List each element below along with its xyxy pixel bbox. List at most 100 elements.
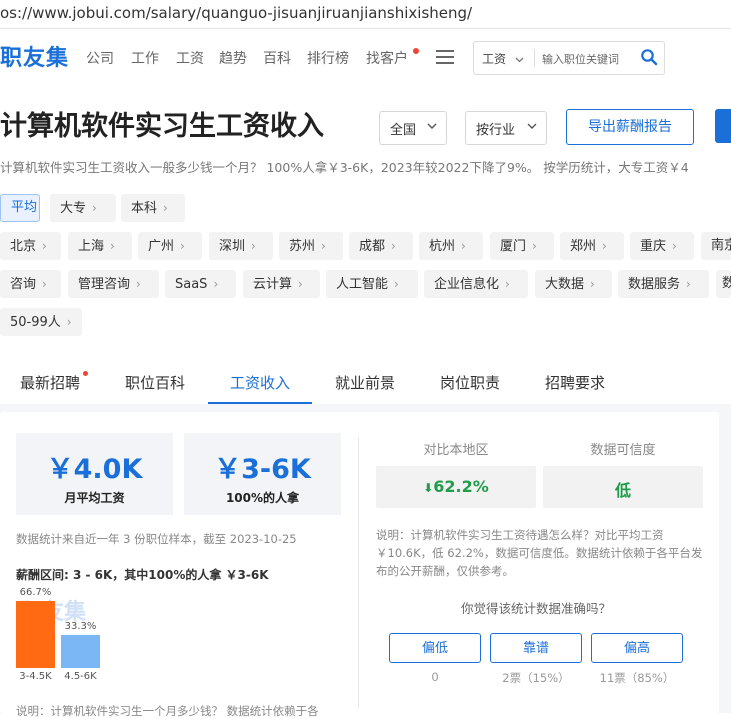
salary-summary: 计算机软件实习生工资收入一般多少钱一个月？ 100%人拿￥3-6K，2023年较… [0, 160, 689, 175]
filter-industry-enterprise-it[interactable]: 企业信息化 › [424, 270, 528, 298]
salary-range-label: 100%的人拿 [225, 491, 300, 505]
filter-city-guangzhou[interactable]: 广州 › [138, 232, 202, 260]
notification-dot [413, 48, 419, 54]
distribution-note: 说明：计算机软件实习生一个月多少钱？ 数据统计依赖于各 [16, 704, 319, 718]
chevron-down-icon [527, 123, 537, 129]
filter-education-average[interactable]: 平均 [0, 194, 40, 222]
filter-industry-big-data[interactable]: 大数据 › [535, 270, 612, 298]
filter-city-suzhou[interactable]: 苏州 › [279, 232, 343, 260]
chevron-down-icon [427, 123, 437, 129]
search-input[interactable]: 输入职位关键词 [542, 51, 619, 67]
tab-responsibilities[interactable]: 岗位职责 [440, 372, 500, 393]
distribution-bar-label: 3-4.5K [19, 671, 52, 682]
chevron-right-icon: › [686, 277, 691, 291]
top-nav: 职友集 公司 工作 工资 趋势 百科 排行榜 找客户 工资 输入职位关键词 [0, 38, 731, 78]
region-select[interactable]: 全国 [379, 111, 447, 145]
vote-too-high-count: 11票（85%） [599, 671, 675, 685]
chevron-right-icon: › [251, 239, 256, 253]
filter-industry-cloud[interactable]: 云计算 › [243, 270, 320, 298]
search-icon[interactable] [640, 48, 658, 66]
search-divider [534, 49, 535, 67]
vote-reliable-button[interactable]: 靠谱 [490, 633, 582, 663]
tab-job-wiki[interactable]: 职位百科 [125, 372, 185, 393]
nav-item-jobs[interactable]: 工作 [131, 48, 159, 68]
chevron-right-icon: › [461, 239, 466, 253]
nav-item-wiki[interactable]: 百科 [263, 48, 291, 68]
filter-city-shenzhen[interactable]: 深圳 › [209, 232, 273, 260]
chevron-right-icon: › [42, 239, 47, 253]
chevron-right-icon: › [110, 239, 115, 253]
search-category-select[interactable]: 工资 [482, 50, 524, 67]
distribution-bar-label: 4.5-6K [64, 671, 97, 682]
chevron-right-icon: › [590, 277, 595, 291]
filter-industry-management-consulting[interactable]: 管理咨询 › [68, 270, 159, 298]
chevron-right-icon: › [672, 239, 677, 253]
average-salary-label: 月平均工资 [64, 491, 125, 505]
filter-industry-data-service[interactable]: 数据服务 › [618, 270, 709, 298]
local-compare-value: 62.2% [433, 477, 489, 496]
filter-industry-more[interactable]: 数 [716, 270, 731, 298]
export-report-button[interactable]: 导出薪酬报告 [566, 109, 694, 145]
filter-city-beijing[interactable]: 北京 › [0, 232, 61, 260]
vote-reliable-count: 2票（15%） [502, 671, 570, 685]
industry-select[interactable]: 按行业 [465, 111, 547, 145]
chevron-right-icon: › [394, 277, 399, 291]
nav-item-ranking[interactable]: 排行榜 [307, 48, 349, 68]
nav-item-salary[interactable]: 工资 [176, 48, 204, 68]
chevron-right-icon: › [163, 201, 168, 215]
average-salary-value: ￥4.0K [46, 454, 143, 485]
filter-city-chengdu[interactable]: 成都 › [349, 232, 413, 260]
page-title: 计算机软件实习生工资收入 [0, 111, 324, 142]
menu-icon[interactable] [436, 50, 454, 64]
distribution-bar-percent: 33.3% [64, 621, 97, 632]
salary-card: ￥4.0K 月平均工资 ￥3-6K 100%的人拿 数据统计来自近一年 3 份职… [0, 412, 719, 718]
nav-item-trend[interactable]: 趋势 [219, 48, 247, 68]
chevron-right-icon: › [66, 315, 72, 329]
chevron-right-icon: › [321, 239, 326, 253]
tab-latest-jobs[interactable]: 最新招聘 [20, 372, 80, 393]
vote-too-high-button[interactable]: 偏高 [591, 633, 683, 663]
address-bar[interactable]: os://www.jobui.com/salary/quanguo-jisuan… [0, 0, 731, 29]
filter-industry-ai[interactable]: 人工智能 › [326, 270, 418, 298]
filter-city-hangzhou[interactable]: 杭州 › [419, 232, 483, 260]
accuracy-question: 你觉得该统计数据准确吗？ [460, 601, 611, 616]
arrow-down-icon: ⬇ [423, 481, 434, 495]
tab-prospects[interactable]: 就业前景 [335, 372, 395, 393]
local-compare-label: 对比本地区 [423, 443, 489, 458]
chevron-right-icon: › [92, 201, 97, 215]
local-compare-box: ⬇62.2% [376, 466, 536, 508]
reliability-label: 数据可信度 [590, 443, 656, 458]
distribution-bar-0 [16, 601, 55, 668]
chevron-right-icon: › [391, 239, 396, 253]
reliability-value: 低 [614, 481, 631, 500]
filter-industry-consulting[interactable]: 咨询 › [0, 270, 61, 298]
nav-item-company[interactable]: 公司 [86, 48, 114, 68]
filter-city-zhengzhou[interactable]: 郑州 › [560, 232, 624, 260]
filter-education-junior-college[interactable]: 大专 › [50, 194, 116, 222]
compare-description: 说明：计算机软件实习生工资待遇怎么样？对比平均工资￥10.6K，低 62.2%，… [376, 528, 703, 578]
filter-city-nanjing[interactable]: 南京 [701, 232, 731, 260]
nav-item-find-client[interactable]: 找客户 [366, 48, 408, 68]
distribution-bar-percent: 66.7% [19, 587, 52, 598]
chevron-right-icon: › [180, 239, 185, 253]
tab-requirements[interactable]: 招聘要求 [545, 372, 605, 393]
tab-salary[interactable]: 工资收入 [230, 372, 290, 393]
primary-action-button[interactable] [715, 109, 731, 143]
chevron-right-icon: › [532, 239, 537, 253]
salary-panel: ￥4.0K 月平均工资 ￥3-6K 100%的人拿 数据统计来自近一年 3 份职… [0, 404, 731, 718]
filter-education-bachelor[interactable]: 本科 › [121, 194, 185, 222]
vote-too-low-button[interactable]: 偏低 [389, 633, 481, 663]
chevron-right-icon: › [42, 277, 47, 291]
filter-industry-saas[interactable]: SaaS › [165, 270, 236, 298]
filter-city-xiamen[interactable]: 厦门 › [490, 232, 554, 260]
site-logo[interactable]: 职友集 [0, 40, 69, 72]
chevron-right-icon: › [505, 277, 510, 291]
filter-city-chongqing[interactable]: 重庆 › [630, 232, 694, 260]
filter-city-shanghai[interactable]: 上海 › [68, 232, 132, 260]
salary-range-value: ￥3-6K [214, 454, 311, 485]
average-salary-box: ￥4.0K 月平均工资 [16, 433, 173, 515]
url-text: os://www.jobui.com/salary/quanguo-jisuan… [0, 4, 473, 22]
filter-size-50-99[interactable]: 50-99人 › [0, 308, 82, 336]
search-box: 工资 输入职位关键词 [473, 41, 665, 75]
salary-range-heading: 薪酬区间: 3 - 6K，其中100%的人拿 ￥3-6K [16, 568, 269, 582]
